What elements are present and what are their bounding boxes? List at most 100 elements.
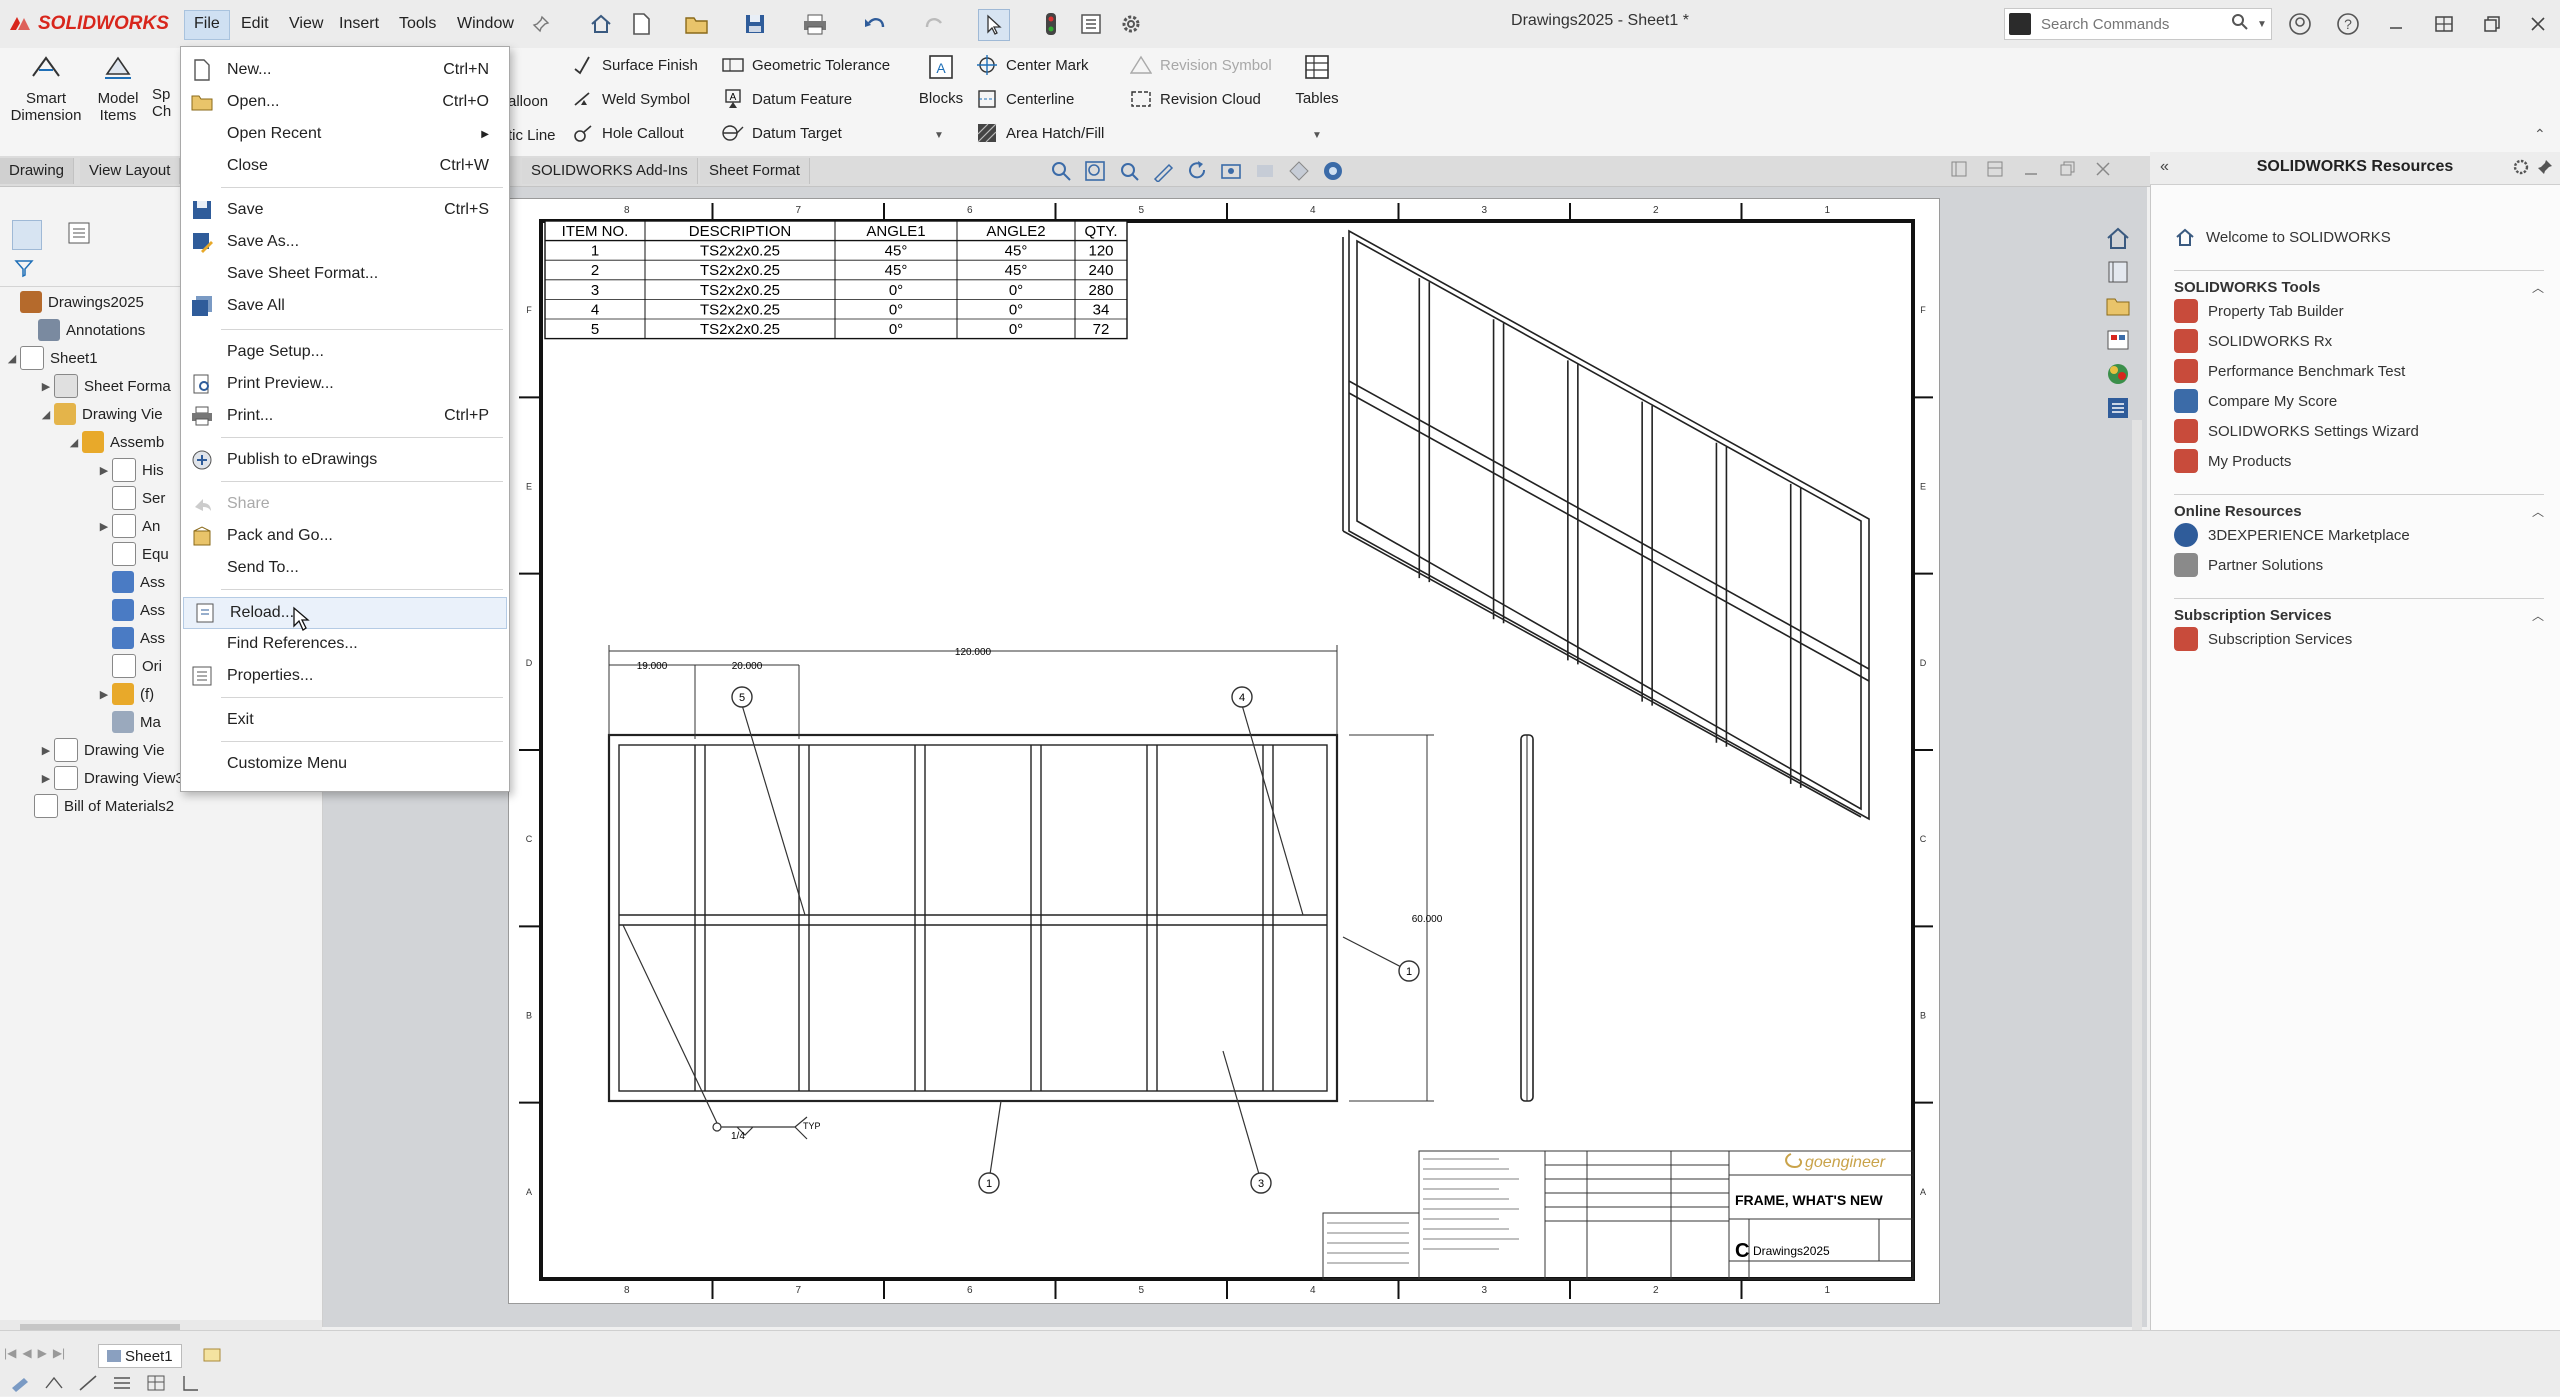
- surface-finish-button[interactable]: Surface Finish: [572, 52, 698, 78]
- bom-cell[interactable]: 280: [1088, 282, 1113, 299]
- menu-item-open[interactable]: Open... Ctrl+O: [181, 87, 509, 117]
- menu-item-print[interactable]: Print... Ctrl+P: [181, 401, 509, 431]
- minimize-icon[interactable]: [2378, 8, 2414, 40]
- weld-symbol[interactable]: [712, 1116, 808, 1140]
- table-small-icon[interactable]: [146, 1374, 166, 1397]
- balloon-button[interactable]: alloon: [508, 88, 548, 114]
- datum-feature-button[interactable]: A Datum Feature: [722, 86, 852, 112]
- resources-home-icon[interactable]: [2104, 224, 2134, 254]
- tool-link[interactable]: SOLIDWORKS Rx: [2174, 326, 2544, 356]
- tool-link[interactable]: Compare My Score: [2174, 386, 2544, 416]
- help-icon[interactable]: ?: [2330, 8, 2366, 40]
- previous-sheet-icon[interactable]: ◀: [22, 1346, 31, 1360]
- task-pane-settings-icon[interactable]: [2512, 158, 2530, 181]
- bom-cell[interactable]: 34: [1093, 301, 1110, 318]
- tab-sheet-format[interactable]: Sheet Format: [700, 158, 810, 184]
- center-mark-button[interactable]: Center Mark: [976, 52, 1089, 78]
- file-explorer-icon[interactable]: [2104, 292, 2134, 322]
- custom-properties-icon[interactable]: [2104, 394, 2134, 424]
- menu-item-save-sheet-format[interactable]: Save Sheet Format...: [181, 259, 509, 289]
- area-hatch-button[interactable]: Area Hatch/Fill: [976, 120, 1104, 146]
- bom-cell[interactable]: 0°: [1009, 321, 1023, 338]
- collapse-arrow-icon[interactable]: ▶: [38, 772, 54, 785]
- expand-arrow-icon[interactable]: ◢: [66, 436, 82, 449]
- chevron-up-icon[interactable]: ︿: [2532, 503, 2544, 520]
- search-commands-box[interactable]: ▼: [2004, 8, 2272, 40]
- drawing-sheet[interactable]: 8 8 7 7 6 6 5 5 4 4 3 3 2 2 1 1 F F E E D D C C B B A A ITEM NO. DES…: [508, 198, 1940, 1304]
- menu-tools[interactable]: Tools: [390, 10, 445, 38]
- revision-symbol-button[interactable]: Revision Symbol: [1130, 52, 1272, 78]
- menu-item-open-recent[interactable]: Open Recent ▶: [181, 119, 509, 149]
- collapse-arrow-icon[interactable]: ▶: [38, 744, 54, 757]
- chevron-down-icon[interactable]: ▼: [2257, 19, 2267, 30]
- viewport-icon[interactable]: [1950, 160, 1968, 183]
- close-icon[interactable]: [2520, 8, 2556, 40]
- drawing-title[interactable]: FRAME, WHAT'S NEW: [1735, 1192, 1884, 1208]
- chevron-up-icon[interactable]: ︿: [2532, 279, 2544, 296]
- design-library-icon[interactable]: [2104, 258, 2134, 288]
- sheet-tab[interactable]: Sheet1: [98, 1344, 182, 1368]
- bom-table[interactable]: ITEM NO. DESCRIPTION ANGLE1 ANGLE2 QTY. 1 TS2x…: [544, 220, 1128, 340]
- menu-item-pack-and-go[interactable]: Pack and Go...: [181, 521, 509, 551]
- balloon[interactable]: 4: [1231, 686, 1253, 708]
- expand-arrow-icon[interactable]: ◢: [38, 408, 54, 421]
- rebuild-icon[interactable]: [1186, 160, 1208, 187]
- tab-drawing[interactable]: Drawing: [0, 158, 75, 184]
- next-sheet-icon[interactable]: ▶: [38, 1346, 47, 1360]
- front-view[interactable]: [607, 733, 1339, 1103]
- collapse-arrow-icon[interactable]: ▶: [38, 380, 54, 393]
- tab-solidworks-add-ins[interactable]: SOLIDWORKS Add-Ins: [522, 158, 698, 184]
- balloon[interactable]: 3: [1250, 1172, 1272, 1194]
- bom-cell[interactable]: 0°: [889, 301, 903, 318]
- subscription-section-header[interactable]: Subscription Services ︿: [2174, 598, 2544, 624]
- tool-link[interactable]: Performance Benchmark Test: [2174, 356, 2544, 386]
- viewport-minimize-icon[interactable]: [2022, 160, 2040, 183]
- model-items-button[interactable]: Model Items: [80, 52, 156, 124]
- display-style-icon[interactable]: [1288, 160, 1310, 187]
- menu-item-publish-edrawings[interactable]: Publish to eDrawings: [181, 445, 509, 475]
- centerline-button[interactable]: Centerline: [976, 86, 1074, 112]
- menu-item-send-to[interactable]: Send To...: [181, 553, 509, 583]
- bom-cell[interactable]: 1: [591, 243, 599, 260]
- bom-cell[interactable]: 0°: [889, 282, 903, 299]
- side-view[interactable]: [1520, 734, 1534, 1102]
- filter-icon[interactable]: [14, 258, 34, 283]
- online-link[interactable]: 3DEXPERIENCE Marketplace: [2174, 520, 2544, 550]
- subscription-link[interactable]: Subscription Services: [2174, 624, 2544, 654]
- collapse-ribbon-icon[interactable]: ⌃: [2534, 126, 2546, 143]
- tree-item-bom[interactable]: Bill of Materials2: [4, 792, 320, 820]
- restore-icon[interactable]: [2474, 8, 2510, 40]
- online-section-header[interactable]: Online Resources ︿: [2174, 494, 2544, 520]
- blocks-button[interactable]: A Blocks: [908, 52, 974, 107]
- appearances-icon[interactable]: [2104, 360, 2134, 390]
- property-manager-tab-icon[interactable]: [66, 220, 94, 248]
- tool-link[interactable]: SOLIDWORKS Settings Wizard: [2174, 416, 2544, 446]
- menu-item-customize-menu[interactable]: Customize Menu: [181, 749, 509, 779]
- viewport-split-icon[interactable]: [1986, 160, 2004, 183]
- magnetic-line-button[interactable]: tic Line: [508, 122, 556, 148]
- weld-symbol-button[interactable]: Weld Symbol: [572, 86, 690, 112]
- collapse-arrow-icon[interactable]: ▶: [96, 688, 112, 701]
- menu-item-save-as[interactable]: Save As...: [181, 227, 509, 257]
- perpendicular-icon[interactable]: [180, 1374, 200, 1397]
- user-account-icon[interactable]: [2282, 8, 2318, 40]
- save-icon[interactable]: [740, 9, 770, 39]
- bom-cell[interactable]: 3: [591, 282, 599, 299]
- bom-cell[interactable]: 4: [591, 301, 599, 318]
- collapse-arrow-icon[interactable]: ▶: [96, 520, 112, 533]
- search-icon[interactable]: [2231, 13, 2249, 36]
- bom-cell[interactable]: 2: [591, 262, 599, 279]
- spell-checker-button[interactable]: Sp Ch: [152, 52, 182, 120]
- smart-dimension-button[interactable]: Smart Dimension: [6, 52, 86, 124]
- undo-icon[interactable]: [860, 9, 890, 39]
- bom-cell[interactable]: 120: [1088, 243, 1113, 260]
- menu-item-save[interactable]: Save Ctrl+S: [181, 195, 509, 225]
- view-settings-icon[interactable]: [1220, 160, 1242, 187]
- welcome-link[interactable]: Welcome to SOLIDWORKS: [2174, 222, 2544, 252]
- bom-cell[interactable]: 45°: [1005, 243, 1028, 260]
- datum-target-button[interactable]: Datum Target: [722, 120, 842, 146]
- isometric-view[interactable]: [1342, 229, 1870, 821]
- zoom-to-area-icon[interactable]: [1084, 160, 1106, 187]
- menu-insert[interactable]: Insert: [330, 10, 388, 38]
- menu-item-reload[interactable]: Reload...: [183, 597, 507, 629]
